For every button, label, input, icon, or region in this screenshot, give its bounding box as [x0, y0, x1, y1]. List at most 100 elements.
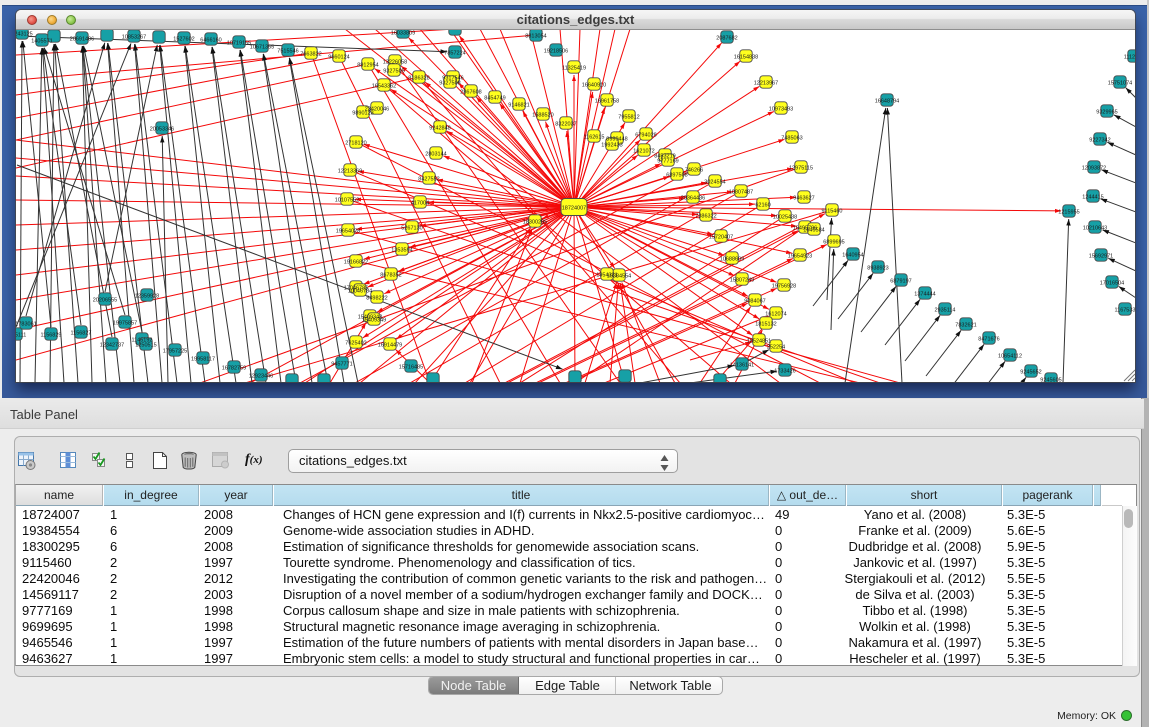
svg-text:9146821: 9146821	[508, 103, 529, 109]
svg-text:7515546: 7515546	[277, 49, 298, 55]
svg-text:1353594: 1353594	[391, 248, 412, 254]
svg-text:19958117: 19958117	[191, 357, 215, 363]
svg-text:2718120: 2718120	[345, 141, 366, 147]
svg-text:9777169: 9777169	[657, 159, 678, 165]
svg-text:14136141: 14136141	[730, 363, 754, 369]
svg-text:1612074: 1612074	[765, 312, 786, 318]
svg-text:1649584: 1649584	[803, 228, 824, 234]
svg-text:16961758: 16961758	[595, 99, 619, 105]
svg-text:9115460: 9115460	[821, 209, 842, 215]
svg-text:10025438: 10025438	[773, 215, 797, 221]
svg-text:7663822: 7663822	[300, 52, 321, 58]
svg-text:10973493: 10973493	[769, 107, 793, 113]
svg-text:1162615: 1162615	[583, 135, 604, 141]
svg-text:8454749: 8454749	[484, 96, 505, 102]
svg-text:6794028: 6794028	[635, 133, 656, 139]
svg-text:8471676: 8471676	[978, 337, 999, 343]
svg-text:16640910: 16640910	[582, 83, 606, 89]
svg-text:7857224: 7857224	[444, 51, 465, 57]
svg-text:8427552: 8427552	[418, 177, 439, 183]
svg-text:417004: 417004	[411, 201, 429, 207]
svg-text:10853267: 10853267	[122, 35, 146, 41]
svg-text:20364436: 20364436	[681, 196, 705, 202]
svg-text:9890123: 9890123	[352, 111, 373, 117]
svg-text:1815132: 1815132	[755, 322, 776, 328]
svg-text:1156829: 1156829	[40, 333, 61, 339]
svg-text:16033809: 16033809	[391, 31, 415, 37]
svg-text:16914479: 16914479	[378, 343, 402, 349]
svg-text:1992433: 1992433	[601, 143, 622, 149]
svg-text:16543362: 16543362	[372, 84, 396, 90]
svg-text:9245652: 9245652	[1020, 370, 1041, 376]
svg-text:1954321: 1954321	[596, 273, 617, 279]
svg-text:7955812: 7955812	[618, 115, 639, 121]
svg-text:19756928: 19756928	[772, 284, 796, 290]
svg-text:7832621: 7832621	[955, 323, 976, 329]
svg-text:15751074: 15751074	[1108, 81, 1132, 87]
svg-text:1374444: 1374444	[914, 292, 935, 298]
svg-text:12093872: 12093872	[1082, 166, 1106, 172]
svg-text:1112904: 1112904	[1124, 55, 1135, 61]
svg-text:12359928: 12359928	[135, 294, 159, 300]
svg-text:10719155: 10719155	[227, 41, 251, 47]
svg-text:18300295: 18300295	[523, 220, 547, 226]
svg-text:1588520: 1588520	[532, 113, 553, 119]
svg-text:6466160: 6466160	[200, 38, 221, 44]
svg-text:12342737: 12342737	[100, 343, 124, 349]
svg-text:2867608: 2867608	[460, 90, 481, 96]
svg-text:1783061: 1783061	[16, 322, 37, 328]
svg-text:62160: 62160	[755, 203, 770, 209]
svg-text:8912954: 8912954	[357, 63, 378, 69]
svg-text:10671355: 10671355	[250, 45, 274, 51]
svg-text:2803144: 2803144	[425, 152, 446, 158]
svg-text:19218506: 19218506	[544, 49, 568, 55]
svg-text:19975857: 19975857	[113, 321, 137, 327]
svg-text:12213967: 12213967	[754, 81, 778, 87]
svg-text:7625402: 7625402	[345, 341, 366, 347]
svg-text:1215955: 1215955	[1058, 210, 1079, 216]
svg-text:17957225: 17957225	[163, 349, 187, 355]
svg-text:9084067: 9084067	[744, 299, 765, 305]
svg-text:9329965: 9329965	[1096, 110, 1117, 116]
svg-text:19654923: 19654923	[788, 254, 812, 260]
svg-text:1621072: 1621072	[633, 149, 654, 155]
svg-text:9242848: 9242848	[429, 126, 450, 132]
svg-text:746266: 746266	[685, 168, 703, 174]
svg-text:9457771: 9457771	[331, 362, 352, 368]
svg-text:19166822: 19166822	[344, 260, 368, 266]
svg-text:11325419: 11325419	[562, 66, 586, 72]
svg-text:7485063: 7485063	[781, 136, 802, 142]
svg-text:17016504: 17016504	[1100, 281, 1124, 287]
svg-text:10688609: 10688609	[720, 257, 744, 263]
svg-text:10046784: 10046784	[348, 289, 372, 295]
svg-text:10107552: 10107552	[335, 198, 359, 204]
svg-text:1405571: 1405571	[31, 39, 52, 45]
svg-text:18724007: 18724007	[562, 206, 586, 212]
svg-text:8186328: 8186328	[408, 76, 429, 82]
svg-text:15409349: 15409349	[362, 318, 386, 324]
svg-text:8498222: 8498222	[366, 296, 387, 302]
svg-text:10210643: 10210643	[1083, 226, 1107, 232]
svg-text:16782759: 16782759	[222, 366, 246, 372]
svg-text:1527602: 1527602	[173, 37, 194, 43]
svg-text:16648794: 16648794	[875, 99, 899, 105]
svg-text:5267130: 5267130	[401, 226, 422, 232]
svg-text:1640954: 1640954	[842, 253, 863, 259]
svg-text:2935114: 2935114	[934, 308, 955, 314]
svg-text:20053346: 20053346	[150, 127, 174, 133]
svg-text:8322037: 8322037	[555, 122, 576, 128]
svg-text:9327508: 9327508	[439, 81, 460, 87]
svg-text:2087682: 2087682	[716, 36, 737, 42]
svg-text:6899695: 6899695	[823, 240, 844, 246]
svg-text:1733426: 1733426	[774, 369, 795, 375]
svg-text:20691406: 20691406	[70, 37, 94, 43]
svg-text:15692971: 15692971	[1089, 254, 1113, 260]
svg-text:20206555: 20206555	[93, 298, 117, 304]
svg-text:1156827: 1156827	[70, 331, 91, 337]
svg-text:15716485: 15716485	[399, 365, 423, 371]
svg-text:6879197: 6879197	[890, 279, 911, 285]
svg-text:12213369: 12213369	[338, 169, 362, 175]
svg-text:13226058: 13226058	[383, 60, 407, 66]
svg-text:10807487: 10807487	[729, 190, 753, 196]
svg-text:252254: 252254	[767, 345, 785, 351]
